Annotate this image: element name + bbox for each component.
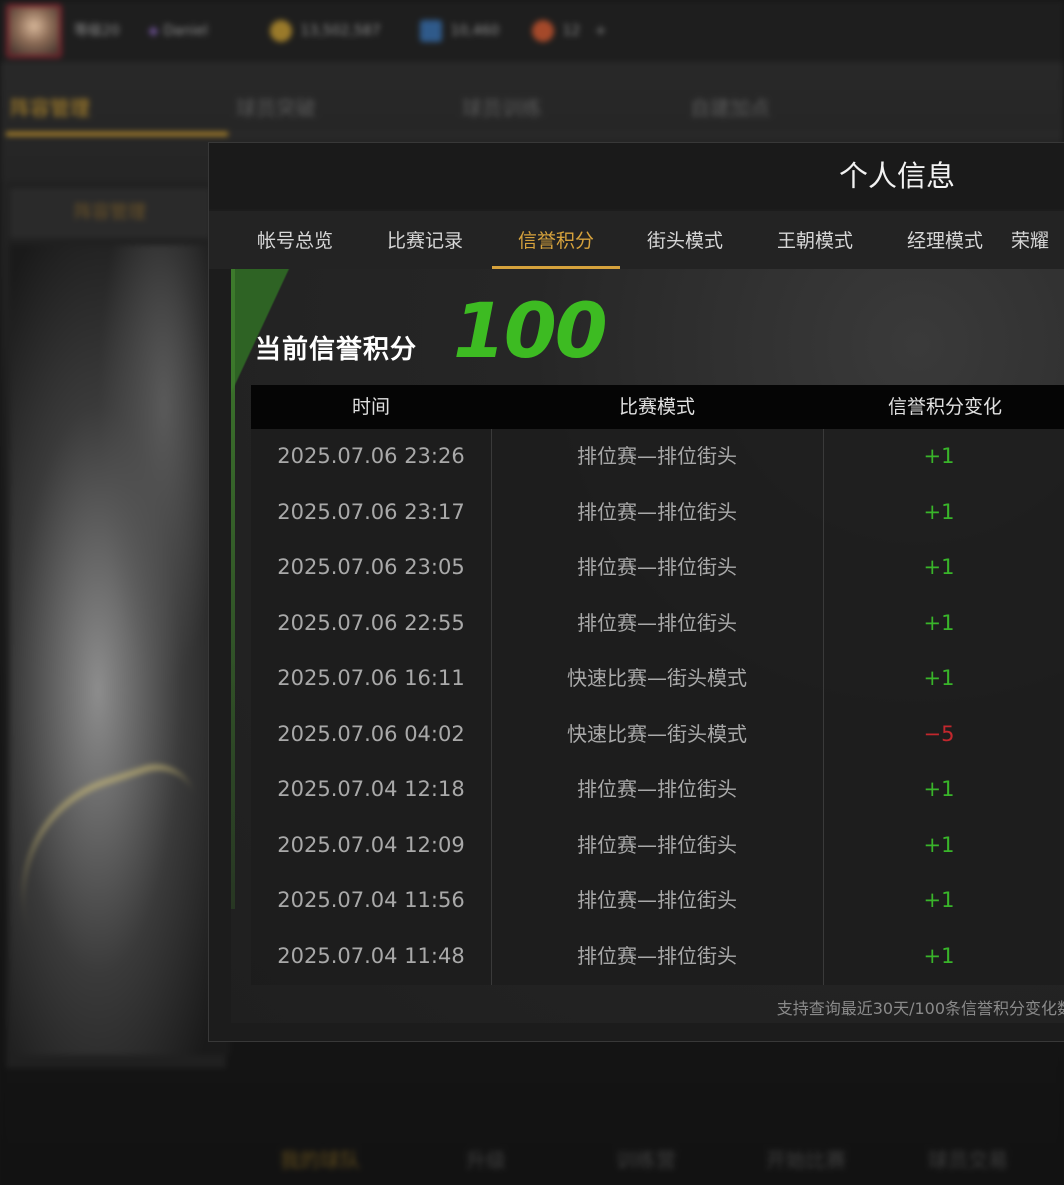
modal-title: 个人信息 — [838, 159, 955, 193]
header-mode: 比赛模式 — [618, 396, 695, 418]
cell-change: +1 — [923, 444, 955, 468]
cell-change: +1 — [923, 610, 955, 635]
bottom-nav-camp[interactable]: 训练营 — [616, 1144, 676, 1173]
bg-tab-breakthrough[interactable]: 球员突破 — [236, 92, 316, 121]
cell-change: +1 — [923, 499, 955, 524]
cell-change: +1 — [923, 666, 955, 690]
cell-mode: 排位赛—排位街头 — [577, 555, 737, 579]
table-row: 2025.07.06 04:02 快速比赛—街头模式 −5 — [251, 707, 1064, 762]
credit-score-value: 100 — [453, 286, 608, 375]
tokens-value: 12 — [562, 23, 581, 39]
cell-mode: 快速比赛—街头模式 — [567, 666, 747, 690]
header-time: 时间 — [351, 396, 390, 418]
header-change: 信誉积分变化 — [887, 396, 1002, 418]
tokens-group: 12 + — [532, 18, 606, 44]
tickets-group: 10,460 — [420, 18, 499, 44]
bottom-nav-trade[interactable]: 球员交易 — [928, 1144, 1008, 1173]
cell-time: 2025.07.06 23:05 — [277, 555, 465, 579]
tab-account-overview[interactable]: 帐号总览 — [231, 211, 359, 269]
cell-change: +1 — [923, 888, 955, 912]
table-header: 时间 比赛模式 信誉积分变化 — [251, 385, 1064, 429]
cell-mode: 排位赛—排位街头 — [577, 499, 737, 524]
table-row: 2025.07.06 23:05 排位赛—排位街头 +1 — [251, 540, 1064, 595]
tickets-value: 10,460 — [450, 23, 500, 39]
cell-time: 2025.07.06 23:26 — [277, 444, 465, 468]
cell-time: 2025.07.06 22:55 — [277, 610, 465, 635]
level-text: 等级20 — [74, 23, 120, 39]
bottom-nav-my-team[interactable]: 我的球队 — [280, 1144, 360, 1173]
cell-change: +1 — [923, 832, 955, 857]
cell-time: 2025.07.04 11:56 — [277, 888, 465, 912]
table-body[interactable]: 2025.07.06 23:26 排位赛—排位街头 +1 2025.07.06 23:… — [251, 429, 1064, 985]
table-row: 2025.07.04 12:09 排位赛—排位街头 +1 — [251, 818, 1064, 873]
tab-credit-score[interactable]: 信誉积分 — [492, 211, 620, 269]
ticket-icon — [420, 20, 442, 42]
cell-mode: 排位赛—排位街头 — [577, 832, 737, 857]
cell-mode: 快速比赛—街头模式 — [567, 721, 747, 746]
bg-tab-custom-points[interactable]: 自建加点 — [690, 92, 770, 121]
bottom-nav-start-game[interactable]: 开始比赛 — [766, 1144, 846, 1173]
token-icon — [532, 20, 554, 42]
green-accent-bar — [231, 269, 235, 909]
table-row: 2025.07.06 16:11 快速比赛—街头模式 +1 — [251, 651, 1064, 706]
table-row: 2025.07.04 12:18 排位赛—排位街头 +1 — [251, 762, 1064, 817]
bottom-nav: 我的球队 升级 训练营 开始比赛 球员交易 — [0, 1130, 1064, 1185]
username-group: ◈ Daniel — [148, 18, 208, 44]
personal-info-modal: 个人信息 帐号总览 比赛记录 信誉积分 街头模式 王朝模式 经理模式 荣耀 当前… — [208, 142, 1064, 1042]
cell-time: 2025.07.04 11:48 — [277, 943, 465, 968]
query-footnote: 支持查询最近30天/100条信誉积分变化数据 — [776, 999, 1064, 1018]
modal-tabs: 帐号总览 比赛记录 信誉积分 街头模式 王朝模式 经理模式 荣耀 — [209, 211, 1064, 269]
credit-score-label: 当前信誉积分 — [255, 335, 418, 365]
username-text: Daniel — [163, 23, 208, 39]
cell-mode: 排位赛—排位街头 — [577, 888, 737, 912]
bg-tab-lineup[interactable]: 阵容管理 — [10, 92, 90, 121]
tab-match-records[interactable]: 比赛记录 — [361, 211, 489, 269]
left-panel-header[interactable]: 阵容管理 — [10, 188, 210, 238]
coins-value: 13,502,587 — [300, 23, 381, 39]
table-row: 2025.07.04 11:56 排位赛—排位街头 +1 — [251, 873, 1064, 928]
table-row: 2025.07.06 22:55 排位赛—排位街头 +1 — [251, 596, 1064, 651]
cell-time: 2025.07.04 12:09 — [277, 832, 465, 857]
cell-change: +1 — [923, 943, 955, 968]
tab-dynasty-mode[interactable]: 王朝模式 — [751, 211, 879, 269]
cell-time: 2025.07.06 04:02 — [277, 721, 465, 746]
bg-tab-divider — [228, 133, 1064, 135]
table-row: 2025.07.04 11:48 排位赛—排位街头 +1 — [251, 929, 1064, 984]
cell-change: +1 — [923, 777, 955, 801]
cell-time: 2025.07.06 23:17 — [277, 499, 465, 524]
cell-mode: 排位赛—排位街头 — [577, 943, 737, 968]
tab-manager-mode[interactable]: 经理模式 — [881, 211, 1009, 269]
bg-tab-training[interactable]: 球员训练 — [462, 92, 542, 121]
cell-mode: 排位赛—排位街头 — [577, 777, 737, 801]
cell-mode: 排位赛—排位街头 — [577, 610, 737, 635]
bg-tab-underline — [6, 132, 228, 136]
coin-icon — [270, 20, 292, 42]
avatar[interactable] — [6, 4, 62, 58]
cell-time: 2025.07.04 12:18 — [277, 777, 465, 801]
rank-icon: ◈ — [148, 23, 159, 39]
add-currency-button[interactable]: + — [595, 23, 607, 39]
cell-mode: 排位赛—排位街头 — [577, 444, 737, 468]
table-row: 2025.07.06 23:26 排位赛—排位街头 +1 — [251, 429, 1064, 484]
cell-change: −5 — [923, 721, 955, 746]
cell-change: +1 — [923, 555, 955, 579]
bottom-nav-upgrade[interactable]: 升级 — [466, 1144, 506, 1173]
cell-time: 2025.07.06 16:11 — [277, 666, 465, 690]
tab-street-mode[interactable]: 街头模式 — [621, 211, 749, 269]
table-row: 2025.07.06 23:17 排位赛—排位街头 +1 — [251, 485, 1064, 540]
coins-group: 13,502,587 — [270, 18, 381, 44]
screen: 等级20 ◈ Daniel 13,502,587 10,460 12 + 阵容管… — [0, 0, 1064, 1185]
tab-honor[interactable]: 荣耀 — [1011, 211, 1064, 269]
